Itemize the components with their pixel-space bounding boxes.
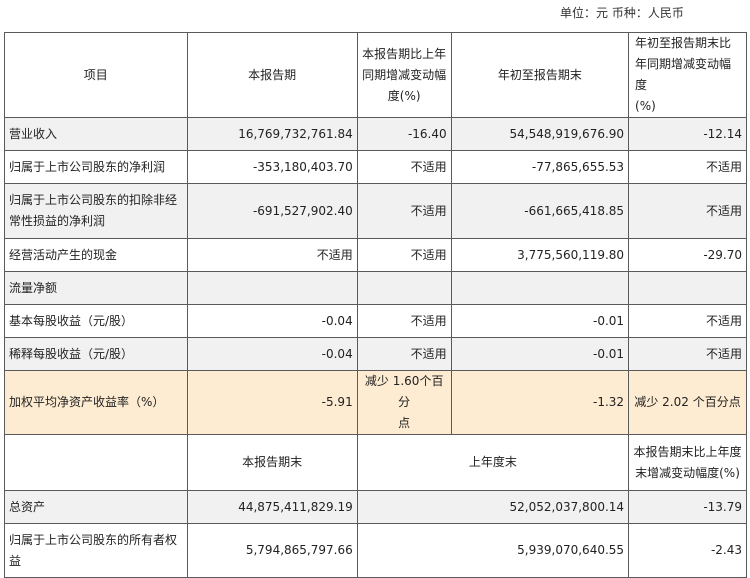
- table-row: 总资产 44,875,411,829.19 52,052,037,800.14 …: [4, 490, 747, 524]
- row-ytd: [450, 271, 630, 305]
- row-current: 不适用: [186, 238, 358, 272]
- row-last-year-end: 52,052,037,800.14: [356, 490, 630, 524]
- row-item: 稀释每股收益（元/股）: [4, 337, 188, 371]
- row-change: -16.40: [356, 117, 452, 151]
- row-period-end: 5,794,865,797.66: [186, 523, 358, 578]
- row-period-end: 44,875,411,829.19: [186, 490, 358, 524]
- table-row: 流量净额: [4, 271, 747, 305]
- table-row: 营业收入 16,769,732,761.84 -16.40 54,548,919…: [4, 117, 747, 151]
- row-ytd: -0.01: [450, 304, 630, 338]
- row-ytd: 3,775,560,119.80: [450, 238, 630, 272]
- row-current: -353,180,403.70: [186, 150, 358, 184]
- row-current: -0.04: [186, 304, 358, 338]
- row-ytd-change: 不适用: [628, 183, 747, 239]
- row-ytd: -1.32: [450, 370, 630, 435]
- header-ytd-change: 年初至报告期末比 年同期增减变动幅度 (%): [628, 32, 747, 118]
- row-change: 不适用: [356, 238, 452, 272]
- table-header-row: 项目 本报告期 本报告期比上年 同期增减变动幅 度(%) 年初至报告期末 年初至…: [4, 32, 747, 118]
- row-ytd-change: 不适用: [628, 337, 747, 371]
- row-ytd-change: 不适用: [628, 304, 747, 338]
- row-ytd-change: -29.70: [628, 238, 747, 272]
- row-ytd: 54,548,919,676.90: [450, 117, 630, 151]
- row-item: 基本每股收益（元/股）: [4, 304, 188, 338]
- row-current: [186, 271, 358, 305]
- table-row: 归属于上市公司股东的扣除非经 常性损益的净利润 -691,527,902.40 …: [4, 183, 747, 239]
- row-change: -13.79: [628, 490, 747, 524]
- row-item: 流量净额: [4, 271, 188, 305]
- row-ytd: -77,865,655.53: [450, 150, 630, 184]
- row-ytd-change: 不适用: [628, 150, 747, 184]
- row-change: 不适用: [356, 150, 452, 184]
- row-item: 经营活动产生的现金: [4, 238, 188, 272]
- row-item: 营业收入: [4, 117, 188, 151]
- row-change: 不适用: [356, 304, 452, 338]
- row-ytd: -661,665,418.85: [450, 183, 630, 239]
- row-current: -0.04: [186, 337, 358, 371]
- row-change: 减少 1.60个百分 点: [356, 370, 452, 435]
- table-header-row-2: 本报告期末 上年度末 本报告期末比上年度 末增减变动幅度(%): [4, 434, 747, 491]
- row-change: -2.43: [628, 523, 747, 578]
- row-ytd-change: 减少 2.02 个百分点: [628, 370, 747, 435]
- table-row: 归属于上市公司股东的所有者权 益 5,794,865,797.66 5,939,…: [4, 523, 747, 578]
- table-row: 稀释每股收益（元/股） -0.04 不适用 -0.01 不适用: [4, 337, 747, 371]
- row-change: [356, 271, 452, 305]
- row-item: 加权平均净资产收益率（%）: [4, 370, 188, 435]
- header-item: 项目: [4, 32, 188, 118]
- header-current-period: 本报告期: [186, 32, 358, 118]
- row-current: 16,769,732,761.84: [186, 117, 358, 151]
- table-row: 基本每股收益（元/股） -0.04 不适用 -0.01 不适用: [4, 304, 747, 338]
- header-current-change: 本报告期比上年 同期增减变动幅 度(%): [356, 32, 452, 118]
- row-item: 归属于上市公司股东的净利润: [4, 150, 188, 184]
- table-row: 归属于上市公司股东的净利润 -353,180,403.70 不适用 -77,86…: [4, 150, 747, 184]
- header-ytd: 年初至报告期末: [450, 32, 630, 118]
- header2-last-year-end: 上年度末: [356, 434, 630, 491]
- table-row: 经营活动产生的现金 不适用 不适用 3,775,560,119.80 -29.7…: [4, 238, 747, 272]
- row-ytd-change: -12.14: [628, 117, 747, 151]
- header2-blank: [4, 434, 188, 491]
- table-row-highlighted: 加权平均净资产收益率（%） -5.91 减少 1.60个百分 点 -1.32 减…: [4, 370, 747, 435]
- row-change: 不适用: [356, 337, 452, 371]
- row-item: 归属于上市公司股东的所有者权 益: [4, 523, 188, 578]
- row-item: 总资产: [4, 490, 188, 524]
- header2-period-end: 本报告期末: [186, 434, 358, 491]
- row-current: -5.91: [186, 370, 358, 435]
- row-item: 归属于上市公司股东的扣除非经 常性损益的净利润: [4, 183, 188, 239]
- row-current: -691,527,902.40: [186, 183, 358, 239]
- row-change: 不适用: [356, 183, 452, 239]
- financial-summary-table: 项目 本报告期 本报告期比上年 同期增减变动幅 度(%) 年初至报告期末 年初至…: [4, 32, 747, 578]
- row-ytd-change: [628, 271, 747, 305]
- unit-currency-note: 单位：元 币种：人民币: [560, 6, 684, 20]
- header2-change: 本报告期末比上年度 末增减变动幅度(%): [628, 434, 747, 491]
- row-ytd: -0.01: [450, 337, 630, 371]
- row-last-year-end: 5,939,070,640.55: [356, 523, 630, 578]
